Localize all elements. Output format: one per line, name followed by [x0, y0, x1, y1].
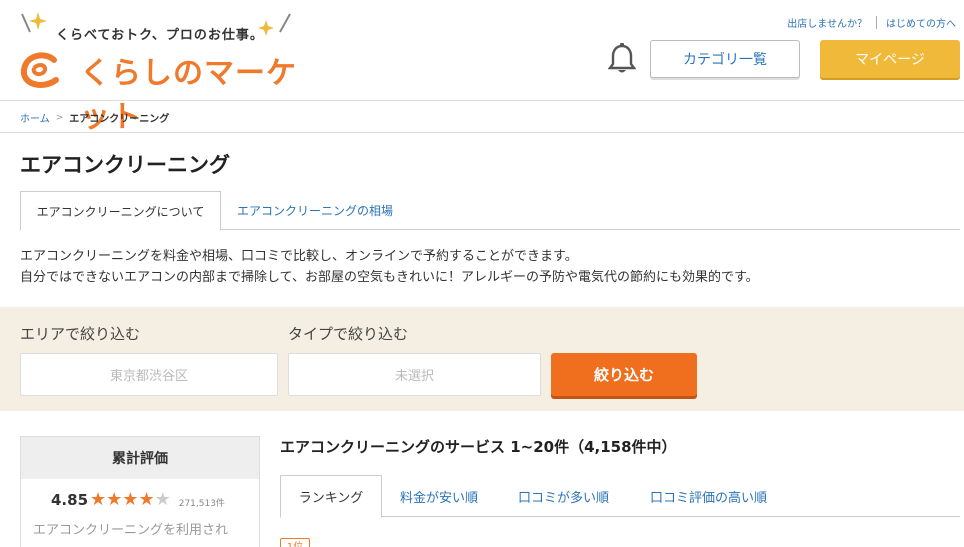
cumulative-rating-box: 累計評価 4.85 ★ ★ ★ ★ ★ 271,513件 エアコンクリーニングを… [20, 436, 260, 547]
tab-about[interactable]: エアコンクリーニングについて [20, 191, 221, 231]
beginner-link[interactable]: はじめての方へ [886, 15, 956, 30]
description-line: 自分ではできないエアコンの内部まで掃除して、お部屋の空気もきれいに！アレルギーの… [20, 270, 759, 285]
link-divider [876, 16, 877, 29]
filter-panel: エリアで絞り込む 東京都渋谷区 タイプで絞り込む 未選択 絞り込む [0, 307, 964, 411]
rank-badge: 1位 [280, 538, 310, 547]
site-logo[interactable]: くらべておトク、プロのお仕事。 くらしのマーケット [18, 10, 298, 135]
site-header: くらべておトク、プロのお仕事。 くらしのマーケット 出店しませんか？ はじめての… [0, 0, 964, 135]
logo-tagline: くらべておトク、プロのお仕事。 [56, 28, 264, 43]
filter-submit-button[interactable]: 絞り込む [551, 353, 697, 396]
tab-price-range[interactable]: エアコンクリーニングの相場 [237, 191, 397, 230]
type-select[interactable]: 未選択 [288, 353, 541, 396]
description-line: エアコンクリーニングを料金や相場、口コミで比較し、オンラインで予約することができ… [20, 249, 578, 264]
seller-link[interactable]: 出店しませんか？ [787, 15, 867, 30]
star-icon: ★ [90, 489, 107, 510]
breadcrumb: ホーム > エアコンクリーニング [20, 110, 170, 126]
rating-note: エアコンクリーニングを利用され [33, 523, 229, 538]
mypage-button[interactable]: マイページ [820, 40, 960, 78]
services-heading: エアコンクリーニングのサービス 1~20件（4,158件中） [280, 438, 677, 456]
breadcrumb-home[interactable]: ホーム [20, 110, 50, 125]
rating-title: 累計評価 [21, 437, 259, 479]
area-select[interactable]: 東京都渋谷区 [20, 353, 278, 396]
tab-cheapest[interactable]: 料金が安い順 [400, 475, 478, 517]
category-description: エアコンクリーニングを料金や相場、口コミで比較し、オンラインで予約することができ… [20, 246, 759, 288]
star-icon: ★ [122, 489, 139, 510]
page-title: エアコンクリーニング [20, 153, 230, 177]
category-list-button[interactable]: カテゴリ一覧 [650, 40, 800, 78]
top-links: 出店しませんか？ はじめての方へ [787, 15, 956, 30]
type-filter-label: タイプで絞り込む [288, 325, 409, 343]
tab-most-reviews[interactable]: 口コミが多い順 [518, 475, 609, 517]
star-icon: ★ [138, 489, 155, 510]
sort-tabs: ランキング 料金が安い順 口コミが多い順 口コミ評価の高い順 [280, 475, 960, 518]
tab-top-rated[interactable]: 口コミ評価の高い順 [650, 475, 767, 517]
notification-bell-icon[interactable] [608, 43, 636, 75]
logo-mark-icon [20, 52, 59, 88]
rating-count: 271,513件 [178, 498, 225, 509]
rating-score: 4.85 [51, 491, 89, 509]
tab-ranking[interactable]: ランキング [280, 475, 382, 518]
breadcrumb-arrow-icon: > [55, 112, 64, 123]
divider [0, 132, 964, 133]
star-icon: ★ [106, 489, 123, 510]
info-tabs: エアコンクリーニングについて エアコンクリーニングの相場 [20, 191, 960, 231]
rating-summary: 4.85 ★ ★ ★ ★ ★ 271,513件 [51, 489, 225, 510]
star-empty-icon: ★ [154, 489, 171, 510]
breadcrumb-current: エアコンクリーニング [69, 114, 170, 125]
area-filter-label: エリアで絞り込む [20, 325, 141, 343]
